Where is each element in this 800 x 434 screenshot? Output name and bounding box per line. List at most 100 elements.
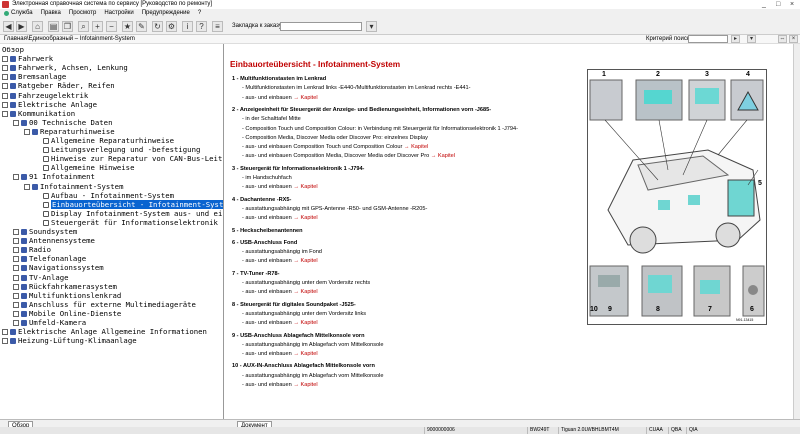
search-go-icon[interactable]: ▸: [731, 35, 740, 43]
home-icon[interactable]: ⌂: [32, 21, 43, 32]
back-icon[interactable]: ◀: [3, 21, 14, 32]
tree-node[interactable]: Fahrwerk, Achsen, Lenkung: [2, 63, 128, 72]
menu-settings[interactable]: Настройки: [104, 9, 133, 18]
chapter-link[interactable]: → Kapitel: [404, 144, 428, 150]
expand-icon[interactable]: [13, 229, 19, 235]
menu-service[interactable]: Служба: [4, 9, 33, 18]
tree-node[interactable]: Antennensysteme: [13, 236, 95, 245]
tree-node[interactable]: Multifunktionslenkrad: [13, 291, 121, 300]
tree-node[interactable]: Rückfahrkamerasystem: [13, 282, 117, 291]
expand-icon[interactable]: [13, 301, 19, 308]
expand-icon[interactable]: [2, 65, 8, 72]
expand-icon[interactable]: [2, 110, 8, 117]
expand-icon[interactable]: [13, 310, 19, 317]
help-icon[interactable]: ?: [196, 21, 207, 32]
info-icon[interactable]: i: [182, 21, 193, 32]
expand-icon[interactable]: [2, 338, 8, 345]
expand-icon[interactable]: [2, 56, 8, 63]
tree-node[interactable]: Ratgeber Räder, Reifen: [2, 81, 115, 90]
figure-label-9: 9: [608, 306, 612, 313]
expand-icon[interactable]: [13, 256, 19, 263]
chapter-link[interactable]: → Kapitel: [293, 289, 317, 295]
list-icon[interactable]: ≡: [212, 21, 223, 32]
tree-node[interactable]: Bremsanlage: [2, 72, 66, 81]
expand-icon[interactable]: [2, 329, 8, 336]
chapter-link[interactable]: → Kapitel: [431, 153, 455, 159]
expand-icon[interactable]: [13, 238, 19, 245]
tree-node[interactable]: Aufbau - Infotainment-System: [35, 191, 174, 200]
tree-node[interactable]: TV-Anlage: [13, 273, 69, 282]
forward-icon[interactable]: ▶: [16, 21, 27, 32]
expand-icon[interactable]: [2, 101, 8, 108]
search-criteria-input[interactable]: [688, 35, 728, 43]
tree-node[interactable]: Soundsystem: [13, 227, 77, 236]
zoom-in-icon[interactable]: +: [92, 21, 103, 32]
search-icon[interactable]: ⌕: [78, 21, 89, 32]
menu-help[interactable]: ?: [198, 9, 201, 18]
expand-icon[interactable]: [13, 174, 19, 181]
pane-toggle-icon[interactable]: ⇔: [778, 35, 787, 43]
expand-icon[interactable]: [24, 128, 30, 135]
tree-node[interactable]: Allgemeine Reparaturhinweise: [35, 136, 174, 145]
print-icon[interactable]: ▤: [48, 21, 59, 32]
chapter-link[interactable]: → Kapitel: [293, 382, 317, 388]
tree-node[interactable]: Обзор: [2, 45, 24, 54]
close-button[interactable]: ×: [790, 0, 794, 9]
tree-node[interactable]: Heizung-Lüftung-Klimaanlage: [2, 336, 137, 345]
expand-icon[interactable]: [13, 292, 19, 299]
pane-close-icon[interactable]: ×: [789, 35, 798, 43]
tree-node[interactable]: Elektrische Anlage: [2, 100, 97, 109]
expand-icon[interactable]: [24, 183, 30, 190]
tree-node[interactable]: Mobile Online-Dienste: [13, 309, 121, 318]
tree-node[interactable]: Anschluss für externe Multimediageräte: [13, 300, 196, 309]
expand-icon[interactable]: [13, 119, 19, 126]
menu-warning[interactable]: Предупреждение: [142, 9, 190, 18]
tree-node[interactable]: Fahrzeugelektrik: [2, 91, 88, 100]
expand-icon[interactable]: [13, 265, 19, 272]
chapter-link[interactable]: → Kapitel: [293, 95, 317, 101]
expand-icon[interactable]: [2, 74, 8, 81]
chapter-link[interactable]: → Kapitel: [293, 351, 317, 357]
zoom-out-icon[interactable]: −: [106, 21, 117, 32]
menu-view[interactable]: Просмотр: [69, 9, 96, 18]
tree-node[interactable]: Umfeld-Kamera: [13, 318, 86, 327]
expand-icon[interactable]: [13, 274, 19, 281]
bookmark-icon[interactable]: ★: [122, 21, 133, 32]
search-options-icon[interactable]: ▾: [747, 35, 756, 43]
chapter-link[interactable]: → Kapitel: [293, 184, 317, 190]
chapter-link[interactable]: → Kapitel: [293, 258, 317, 264]
menu-edit[interactable]: Правка: [41, 9, 61, 18]
refresh-icon[interactable]: ↻: [152, 21, 163, 32]
tree-node[interactable]: Infotainment-System: [24, 182, 123, 191]
expand-icon[interactable]: [13, 247, 19, 254]
chapter-link[interactable]: → Kapitel: [293, 320, 317, 326]
vertical-scrollbar[interactable]: [793, 44, 800, 419]
tree-node[interactable]: 00 Technische Daten: [13, 118, 112, 127]
tree-node[interactable]: Elektrische Anlage Allgemeine Informatio…: [2, 327, 207, 336]
tree-node[interactable]: Hinweise zur Reparatur von CAN-Bus-Leitu…: [35, 154, 223, 163]
note-icon[interactable]: ✎: [136, 21, 147, 32]
tree-node[interactable]: Telefonanlage: [13, 254, 86, 263]
tree-node[interactable]: Fahrwerk: [2, 54, 53, 63]
expand-icon[interactable]: [2, 83, 8, 90]
bookmark-input[interactable]: [280, 22, 362, 31]
expand-icon[interactable]: [13, 320, 19, 326]
tree-node[interactable]: Navigationssystem: [13, 263, 104, 272]
expand-icon[interactable]: [2, 92, 8, 99]
chapter-link[interactable]: → Kapitel: [293, 215, 317, 221]
tree-node[interactable]: Leitungsverlegung und -befestigung: [35, 145, 200, 154]
tree-node[interactable]: Kommunikation: [2, 109, 75, 118]
tree-node[interactable]: Allgemeine Hinweise: [35, 163, 134, 172]
minimize-button[interactable]: _: [762, 0, 766, 9]
copy-icon[interactable]: ❐: [62, 21, 73, 32]
settings-icon[interactable]: ⚙: [166, 21, 177, 32]
expand-icon[interactable]: [13, 283, 19, 290]
maximize-button[interactable]: □: [776, 0, 780, 9]
tree-node[interactable]: Radio: [13, 245, 51, 254]
tree-node[interactable]: Display Infotainment-System aus- und ein…: [35, 209, 223, 218]
tree-node[interactable]: 91 Infotainment: [13, 172, 95, 181]
tree-node[interactable]: Reparaturhinweise: [24, 127, 115, 136]
tree-node[interactable]: Einbauorteübersicht - Infotainment-Syste…: [35, 199, 223, 209]
bookmark-dropdown-icon[interactable]: ▾: [366, 21, 377, 32]
tree-node[interactable]: Steuergerät für Informationselektronik 1…: [35, 218, 223, 227]
